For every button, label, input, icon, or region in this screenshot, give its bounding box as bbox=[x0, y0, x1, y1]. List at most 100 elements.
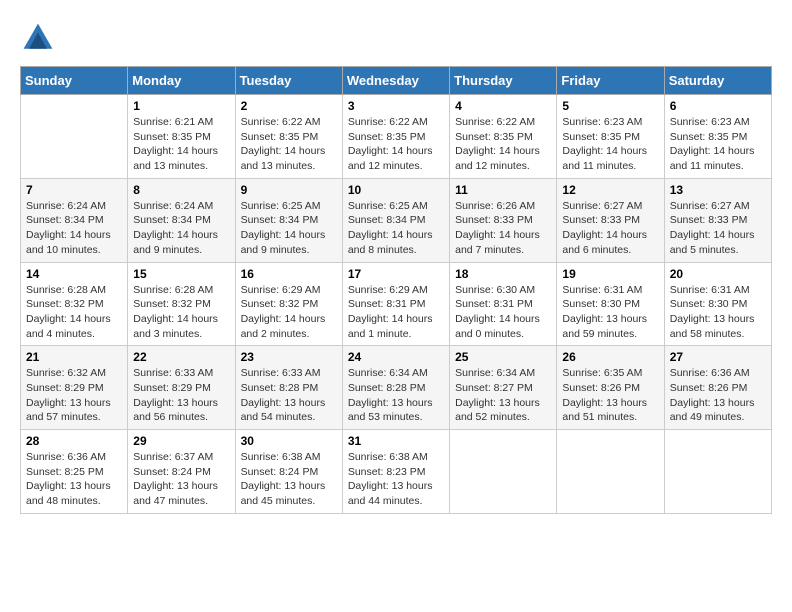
day-info: Sunrise: 6:22 AMSunset: 8:35 PMDaylight:… bbox=[455, 115, 551, 174]
calendar-day-cell: 9 Sunrise: 6:25 AMSunset: 8:34 PMDaylight… bbox=[235, 178, 342, 262]
calendar-day-cell: 11 Sunrise: 6:26 AMSunset: 8:33 PMDayligh… bbox=[450, 178, 557, 262]
day-number: 29 bbox=[133, 434, 229, 448]
day-number: 20 bbox=[670, 267, 766, 281]
day-info: Sunrise: 6:32 AMSunset: 8:29 PMDaylight:… bbox=[26, 366, 122, 425]
day-info: Sunrise: 6:27 AMSunset: 8:33 PMDaylight:… bbox=[670, 199, 766, 258]
day-number: 12 bbox=[562, 183, 658, 197]
calendar-day-cell bbox=[557, 430, 664, 514]
day-number: 28 bbox=[26, 434, 122, 448]
day-info: Sunrise: 6:28 AMSunset: 8:32 PMDaylight:… bbox=[133, 283, 229, 342]
calendar-day-cell: 6Sunrise: 6:23 AMSunset: 8:35 PMDaylight… bbox=[664, 95, 771, 179]
day-info: Sunrise: 6:27 AMSunset: 8:33 PMDaylight:… bbox=[562, 199, 658, 258]
day-number: 23 bbox=[241, 350, 337, 364]
day-of-week-header: Tuesday bbox=[235, 67, 342, 95]
day-number: 21 bbox=[26, 350, 122, 364]
day-number: 25 bbox=[455, 350, 551, 364]
day-number: 1 bbox=[133, 99, 229, 113]
calendar-day-cell: 17 Sunrise: 6:29 AMSunset: 8:31 PMDayligh… bbox=[342, 262, 449, 346]
day-number: 8 bbox=[133, 183, 229, 197]
calendar-table: SundayMondayTuesdayWednesdayThursdayFrid… bbox=[20, 66, 772, 514]
calendar-day-cell bbox=[450, 430, 557, 514]
day-number: 9 bbox=[241, 183, 337, 197]
logo-icon bbox=[20, 20, 56, 56]
day-info: Sunrise: 6:21 AMSunset: 8:35 PMDaylight:… bbox=[133, 115, 229, 174]
day-info: Sunrise: 6:34 AMSunset: 8:28 PMDaylight:… bbox=[348, 366, 444, 425]
day-info: Sunrise: 6:29 AMSunset: 8:31 PMDaylight:… bbox=[348, 283, 444, 342]
day-of-week-header: Monday bbox=[128, 67, 235, 95]
calendar-day-cell bbox=[664, 430, 771, 514]
day-number: 13 bbox=[670, 183, 766, 197]
day-number: 22 bbox=[133, 350, 229, 364]
day-info: Sunrise: 6:29 AMSunset: 8:32 PMDaylight:… bbox=[241, 283, 337, 342]
calendar-day-cell: 25 Sunrise: 6:34 AMSunset: 8:27 PMDayligh… bbox=[450, 346, 557, 430]
day-of-week-header: Thursday bbox=[450, 67, 557, 95]
day-number: 26 bbox=[562, 350, 658, 364]
day-info: Sunrise: 6:31 AMSunset: 8:30 PMDaylight:… bbox=[670, 283, 766, 342]
calendar-day-cell: 4 Sunrise: 6:22 AMSunset: 8:35 PMDaylight… bbox=[450, 95, 557, 179]
day-info: Sunrise: 6:26 AMSunset: 8:33 PMDaylight:… bbox=[455, 199, 551, 258]
calendar-day-cell: 31Sunrise: 6:38 AMSunset: 8:23 PMDayligh… bbox=[342, 430, 449, 514]
day-info: Sunrise: 6:33 AMSunset: 8:28 PMDaylight:… bbox=[241, 366, 337, 425]
day-info: Sunrise: 6:22 AMSunset: 8:35 PMDaylight:… bbox=[348, 115, 444, 174]
calendar-day-cell: 13 Sunrise: 6:27 AMSunset: 8:33 PMDayligh… bbox=[664, 178, 771, 262]
day-number: 24 bbox=[348, 350, 444, 364]
calendar-day-cell: 21 Sunrise: 6:32 AMSunset: 8:29 PMDayligh… bbox=[21, 346, 128, 430]
calendar-week-row: 14Sunrise: 6:28 AMSunset: 8:32 PMDayligh… bbox=[21, 262, 772, 346]
calendar-day-cell: 12 Sunrise: 6:27 AMSunset: 8:33 PMDayligh… bbox=[557, 178, 664, 262]
calendar-day-cell: 3 Sunrise: 6:22 AMSunset: 8:35 PMDaylight… bbox=[342, 95, 449, 179]
day-number: 30 bbox=[241, 434, 337, 448]
calendar-day-cell: 23 Sunrise: 6:33 AMSunset: 8:28 PMDayligh… bbox=[235, 346, 342, 430]
day-number: 6 bbox=[670, 99, 766, 113]
day-number: 3 bbox=[348, 99, 444, 113]
day-number: 4 bbox=[455, 99, 551, 113]
day-number: 11 bbox=[455, 183, 551, 197]
calendar-day-cell: 27 Sunrise: 6:36 AMSunset: 8:26 PMDayligh… bbox=[664, 346, 771, 430]
day-of-week-header: Sunday bbox=[21, 67, 128, 95]
day-info: Sunrise: 6:30 AMSunset: 8:31 PMDaylight:… bbox=[455, 283, 551, 342]
calendar-day-cell: 26 Sunrise: 6:35 AMSunset: 8:26 PMDayligh… bbox=[557, 346, 664, 430]
calendar-day-cell: 10Sunrise: 6:25 AMSunset: 8:34 PMDayligh… bbox=[342, 178, 449, 262]
calendar-week-row: 1 Sunrise: 6:21 AMSunset: 8:35 PMDaylight… bbox=[21, 95, 772, 179]
calendar-day-cell: 7 Sunrise: 6:24 AMSunset: 8:34 PMDaylight… bbox=[21, 178, 128, 262]
day-number: 27 bbox=[670, 350, 766, 364]
day-info: Sunrise: 6:23 AMSunset: 8:35 PMDaylight:… bbox=[562, 115, 658, 174]
day-number: 5 bbox=[562, 99, 658, 113]
day-info: Sunrise: 6:25 AMSunset: 8:34 PMDaylight:… bbox=[241, 199, 337, 258]
calendar-day-cell: 5 Sunrise: 6:23 AMSunset: 8:35 PMDaylight… bbox=[557, 95, 664, 179]
calendar-day-cell: 19 Sunrise: 6:31 AMSunset: 8:30 PMDayligh… bbox=[557, 262, 664, 346]
day-number: 7 bbox=[26, 183, 122, 197]
calendar-day-cell: 24 Sunrise: 6:34 AMSunset: 8:28 PMDayligh… bbox=[342, 346, 449, 430]
page-header bbox=[20, 20, 772, 56]
calendar-day-cell: 30 Sunrise: 6:38 AMSunset: 8:24 PMDayligh… bbox=[235, 430, 342, 514]
calendar-week-row: 28Sunrise: 6:36 AMSunset: 8:25 PMDayligh… bbox=[21, 430, 772, 514]
day-info: Sunrise: 6:22 AMSunset: 8:35 PMDaylight:… bbox=[241, 115, 337, 174]
day-info: Sunrise: 6:36 AMSunset: 8:26 PMDaylight:… bbox=[670, 366, 766, 425]
calendar-day-cell: 1 Sunrise: 6:21 AMSunset: 8:35 PMDaylight… bbox=[128, 95, 235, 179]
calendar-day-cell: 20 Sunrise: 6:31 AMSunset: 8:30 PMDayligh… bbox=[664, 262, 771, 346]
day-number: 18 bbox=[455, 267, 551, 281]
day-number: 17 bbox=[348, 267, 444, 281]
day-number: 10 bbox=[348, 183, 444, 197]
calendar-day-cell: 15 Sunrise: 6:28 AMSunset: 8:32 PMDayligh… bbox=[128, 262, 235, 346]
day-number: 19 bbox=[562, 267, 658, 281]
day-info: Sunrise: 6:24 AMSunset: 8:34 PMDaylight:… bbox=[133, 199, 229, 258]
day-info: Sunrise: 6:24 AMSunset: 8:34 PMDaylight:… bbox=[26, 199, 122, 258]
day-of-week-header: Wednesday bbox=[342, 67, 449, 95]
day-number: 15 bbox=[133, 267, 229, 281]
day-info: Sunrise: 6:34 AMSunset: 8:27 PMDaylight:… bbox=[455, 366, 551, 425]
logo bbox=[20, 20, 62, 56]
day-info: Sunrise: 6:33 AMSunset: 8:29 PMDaylight:… bbox=[133, 366, 229, 425]
calendar-week-row: 21 Sunrise: 6:32 AMSunset: 8:29 PMDayligh… bbox=[21, 346, 772, 430]
day-info: Sunrise: 6:28 AMSunset: 8:32 PMDaylight:… bbox=[26, 283, 122, 342]
day-info: Sunrise: 6:31 AMSunset: 8:30 PMDaylight:… bbox=[562, 283, 658, 342]
day-info: Sunrise: 6:38 AMSunset: 8:24 PMDaylight:… bbox=[241, 450, 337, 509]
day-number: 2 bbox=[241, 99, 337, 113]
calendar-day-cell: 2 Sunrise: 6:22 AMSunset: 8:35 PMDaylight… bbox=[235, 95, 342, 179]
day-info: Sunrise: 6:38 AMSunset: 8:23 PMDaylight:… bbox=[348, 450, 444, 509]
day-info: Sunrise: 6:35 AMSunset: 8:26 PMDaylight:… bbox=[562, 366, 658, 425]
calendar-day-cell bbox=[21, 95, 128, 179]
calendar-week-row: 7 Sunrise: 6:24 AMSunset: 8:34 PMDaylight… bbox=[21, 178, 772, 262]
calendar-day-cell: 28Sunrise: 6:36 AMSunset: 8:25 PMDayligh… bbox=[21, 430, 128, 514]
day-of-week-header: Saturday bbox=[664, 67, 771, 95]
calendar-day-cell: 29Sunrise: 6:37 AMSunset: 8:24 PMDayligh… bbox=[128, 430, 235, 514]
